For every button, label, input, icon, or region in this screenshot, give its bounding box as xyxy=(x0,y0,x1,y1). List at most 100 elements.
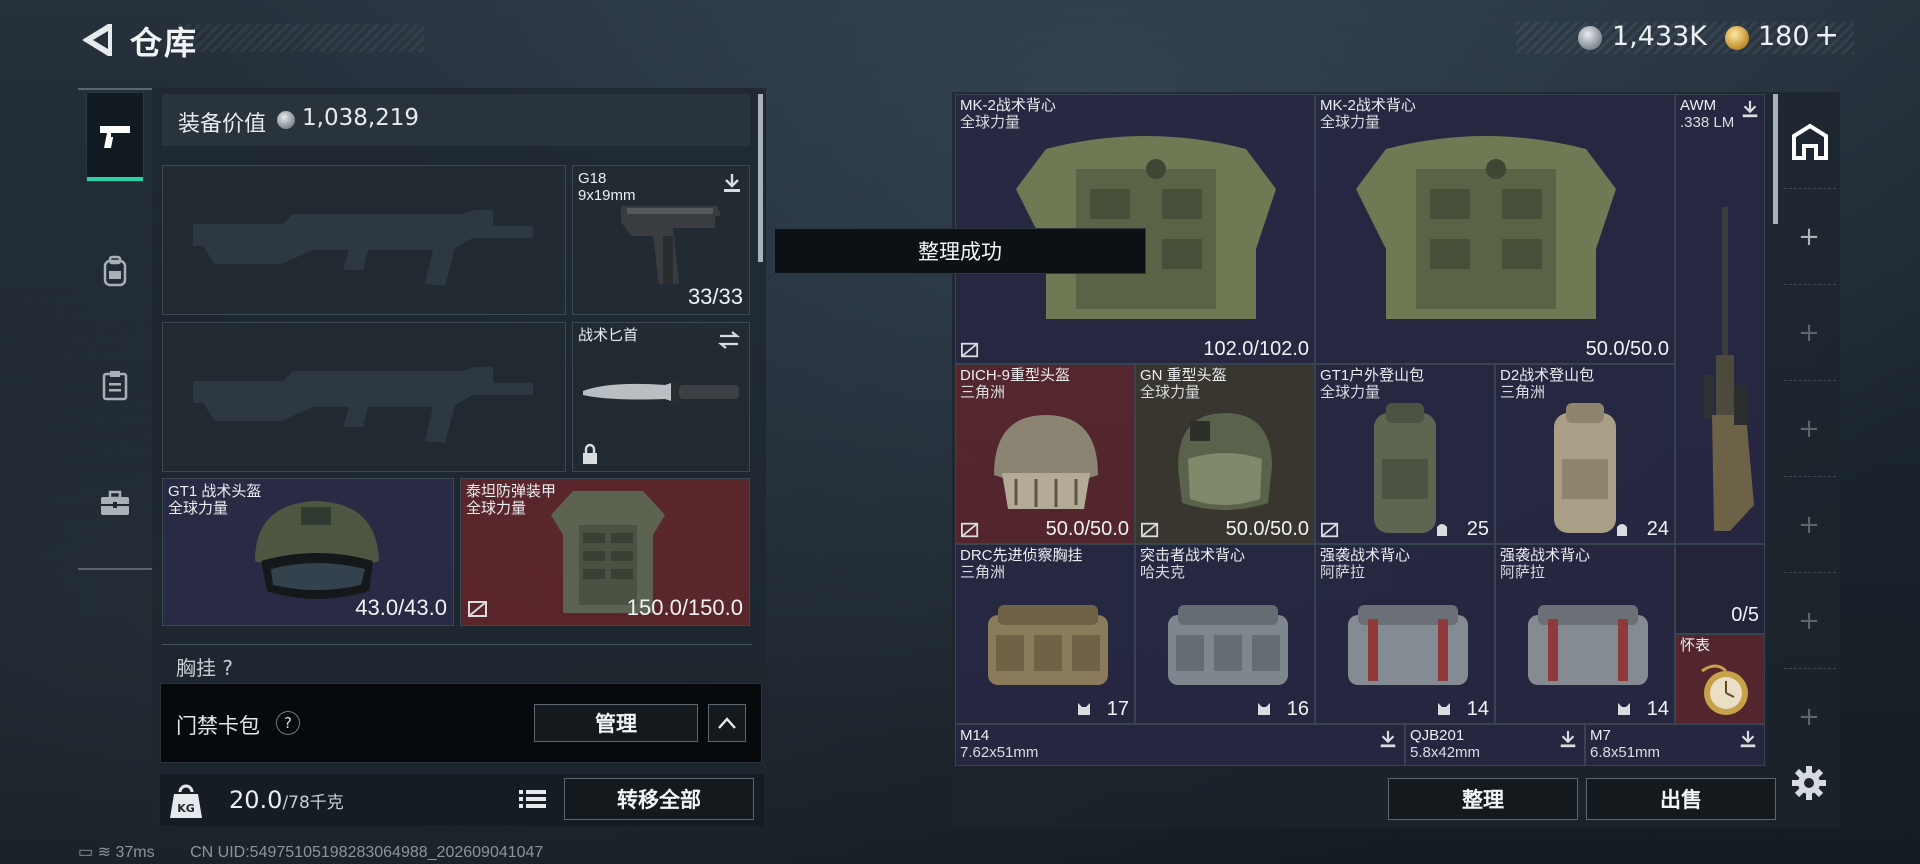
item-name: QJB201 xyxy=(1410,727,1465,744)
uid-text: CN UID:549751051982830649​88_20260904104… xyxy=(190,844,544,861)
capacity: 14 xyxy=(1646,698,1669,720)
premium-amount: 180 xyxy=(1758,21,1810,52)
warehouse-screen: 仓库 1,433K 180 + 装备价值 1,038,219 G18 9x19m… xyxy=(0,0,1920,864)
download-icon[interactable] xyxy=(1738,729,1758,749)
stash-item-chest-rig[interactable]: DRC先进侦察胸挂 三角洲 17 xyxy=(955,544,1135,724)
stash-item-vest[interactable]: MK-2战术背心 全球力量 50.0/50.0 xyxy=(1315,94,1675,364)
clipboard-icon xyxy=(102,371,128,401)
collapse-button[interactable] xyxy=(708,704,746,742)
tactical-vest-icon xyxy=(1356,136,1616,319)
page-title: 仓库 xyxy=(130,24,199,62)
nav-gear-tab[interactable] xyxy=(86,226,144,316)
item-name: 战术匕首 xyxy=(578,327,639,344)
weight-icon: KG xyxy=(170,784,202,818)
backpack-icon xyxy=(1374,403,1436,533)
add-stash-tab-button[interactable]: + xyxy=(1796,320,1822,346)
manage-button[interactable]: 管理 xyxy=(534,704,698,742)
add-stash-tab-button[interactable]: + xyxy=(1796,512,1822,538)
help-icon[interactable]: ? xyxy=(276,711,300,735)
item-name: 强袭战术背心 xyxy=(1500,547,1591,564)
add-stash-tab-button[interactable]: + xyxy=(1796,224,1822,250)
add-currency-button[interactable]: + xyxy=(1814,18,1839,53)
stash-home-icon[interactable] xyxy=(1790,122,1830,162)
wifi-icon: ≋ xyxy=(97,844,111,861)
keycard-bag-label: 门禁卡包 xyxy=(176,714,260,738)
download-icon[interactable] xyxy=(721,172,743,194)
item-name: AWM xyxy=(1680,97,1717,114)
download-icon[interactable] xyxy=(1558,729,1578,749)
secondary-weapon-slot[interactable] xyxy=(162,322,566,472)
chevron-left-icon[interactable] xyxy=(78,20,112,60)
stash-item-qjb201[interactable]: QJB201 5.8x42mm xyxy=(1405,724,1585,766)
carry-weight-max: /78千克 xyxy=(282,793,344,813)
equipment-value: 1,038,219 xyxy=(302,105,420,131)
melee-slot[interactable]: 战术匕首 xyxy=(572,322,750,472)
download-icon[interactable] xyxy=(1740,99,1760,119)
stash-item-chest-rig[interactable]: 突击者战术背心 哈夫克 16 xyxy=(1135,544,1315,724)
nav-weapons-tab[interactable] xyxy=(86,92,144,182)
list-icon[interactable] xyxy=(514,781,550,817)
pistol-slot[interactable]: G18 9x19mm 33/33 xyxy=(572,165,750,315)
item-name: MK-2战术背心 xyxy=(1320,97,1416,114)
stash-capacity-cell: 0/5 xyxy=(1675,544,1765,634)
capacity-icon xyxy=(1438,703,1450,715)
pocket-watch-icon xyxy=(1701,664,1748,715)
item-name: 强袭战术背心 xyxy=(1320,547,1411,564)
item-name: MK-2战术背心 xyxy=(960,97,1056,114)
item-name: GN 重型头盔 xyxy=(1140,367,1227,384)
stash-item-backpack[interactable]: GT1户外登山包 全球力量 25 xyxy=(1315,364,1495,544)
capacity-icon xyxy=(1437,524,1447,536)
transfer-all-button[interactable]: 转移全部 xyxy=(564,778,754,820)
stash-scrollbar[interactable] xyxy=(1773,94,1778,224)
item-name: 怀表 xyxy=(1680,637,1711,654)
chest-rig-icon xyxy=(1348,605,1468,685)
rifle-silhouette-icon xyxy=(193,367,533,443)
armor-slot[interactable]: 泰坦防弹装甲 全球力量 150.0/150.0 xyxy=(460,478,750,626)
chevron-up-icon xyxy=(718,717,736,729)
stash-item-helmet[interactable]: DICH-9重型头盔 三角洲 50.0/50.0 xyxy=(955,364,1135,544)
chest-rig-row[interactable] xyxy=(162,644,752,674)
stash-item-pocket-watch[interactable]: 怀表 xyxy=(1675,634,1765,724)
add-stash-tab-button[interactable]: + xyxy=(1796,704,1822,730)
swap-icon[interactable] xyxy=(717,329,741,351)
silver-coin-icon xyxy=(1578,26,1602,50)
stash-item-helmet[interactable]: GN 重型头盔 全球力量 50.0/50.0 xyxy=(1135,364,1315,544)
chest-help-icon[interactable]: ? xyxy=(222,656,233,680)
toast-message: 整理成功 xyxy=(774,228,1146,274)
gn-helmet-icon xyxy=(1178,413,1272,510)
sort-button[interactable]: 整理 xyxy=(1388,778,1578,820)
add-stash-tab-button[interactable]: + xyxy=(1796,608,1822,634)
rifle-silhouette-icon xyxy=(193,210,533,286)
helmet-slot[interactable]: GT1 战术头盔 全球力量 43.0/43.0 xyxy=(162,478,454,626)
stash-item-awm[interactable]: AWM .338 LM xyxy=(1675,94,1765,544)
add-stash-tab-button[interactable]: + xyxy=(1796,416,1822,442)
heavy-helmet-icon xyxy=(994,415,1098,509)
stash-item-backpack[interactable]: D2战术登山包 三角洲 24 xyxy=(1495,364,1675,544)
tactical-knife-icon xyxy=(583,381,739,405)
item-name: DICH-9重型头盔 xyxy=(960,367,1071,384)
item-faction: 全球力量 xyxy=(168,500,229,517)
stash-item-chest-rig[interactable]: 强袭战术背心 阿萨拉 14 xyxy=(1315,544,1495,724)
primary-weapon-slot[interactable] xyxy=(162,165,566,315)
gear-icon[interactable] xyxy=(1790,764,1828,802)
nav-tools-tab[interactable] xyxy=(86,458,144,548)
nav-items-tab[interactable] xyxy=(86,340,144,430)
item-faction: 三角洲 xyxy=(960,384,1006,401)
stash-item-chest-rig[interactable]: 强袭战术背心 阿萨拉 14 xyxy=(1495,544,1675,724)
capacity-icon xyxy=(1617,524,1627,536)
capacity: 25 xyxy=(1466,518,1489,540)
item-name: M7 xyxy=(1590,727,1611,744)
sell-button[interactable]: 出售 xyxy=(1586,778,1776,820)
item-name: D2战术登山包 xyxy=(1500,367,1595,384)
lock-icon xyxy=(583,443,597,464)
stash-item-m7[interactable]: M7 6.8x51mm xyxy=(1585,724,1765,766)
durability: 43.0/43.0 xyxy=(355,595,447,620)
sniper-rifle-icon xyxy=(1704,207,1754,531)
item-faction: 三角洲 xyxy=(1500,384,1546,401)
download-icon[interactable] xyxy=(1378,729,1398,749)
no-repair-icon xyxy=(1141,522,1159,538)
stash-item-m14[interactable]: M14 7.62x51mm xyxy=(955,724,1405,766)
item-faction: 全球力量 xyxy=(466,500,527,517)
loadout-scrollbar[interactable] xyxy=(758,94,763,262)
capacity: 16 xyxy=(1286,698,1309,720)
